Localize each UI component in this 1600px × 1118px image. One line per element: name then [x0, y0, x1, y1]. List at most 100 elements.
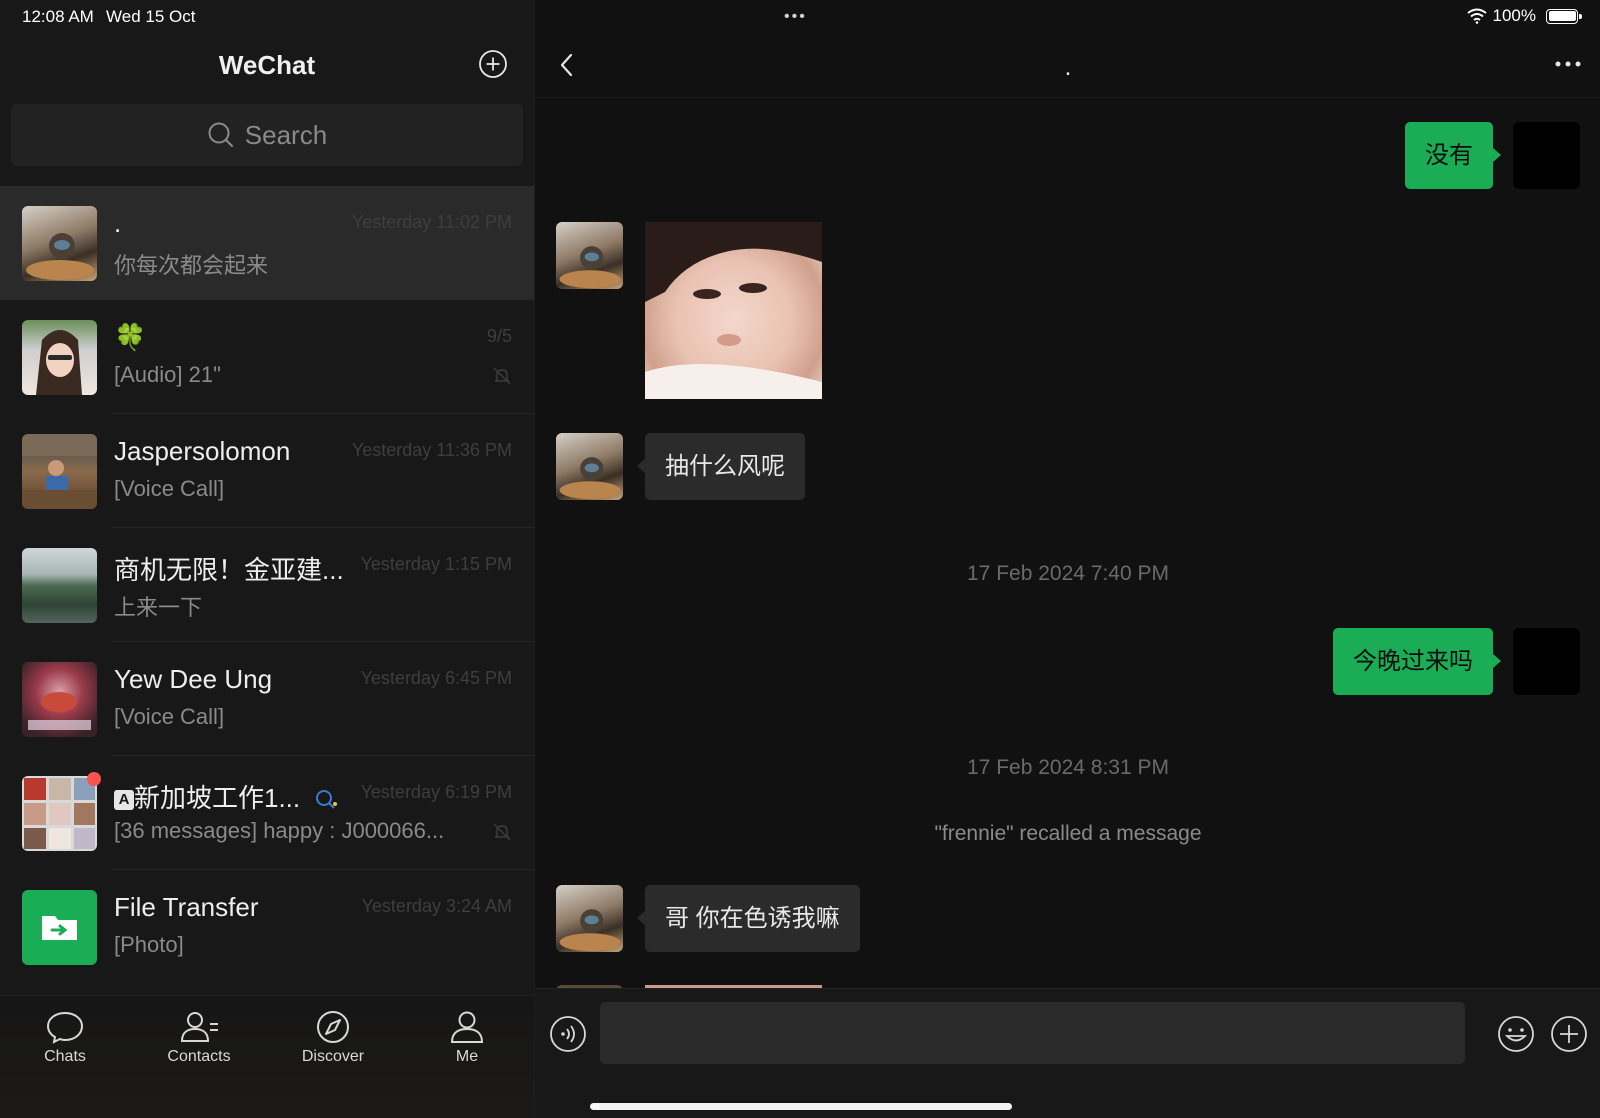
avatar [22, 662, 97, 737]
search-input[interactable]: Search [11, 104, 523, 166]
timestamp: 17 Feb 2024 7:40 PM [967, 562, 1169, 585]
chat-preview: [Voice Call] [114, 704, 225, 729]
group-avatar [22, 776, 97, 851]
tab-label: Chats [44, 1048, 86, 1065]
tab-discover[interactable]: Discover [273, 1010, 393, 1066]
chat-list-pane: WeChat Search . 你每次都会起来 Yesterday 11:02 … [0, 0, 534, 1118]
chat-item[interactable]: Yew Dee Ung [Voice Call] Yesterday 6:45 … [0, 642, 534, 756]
chat-item[interactable]: . 你每次都会起来 Yesterday 11:02 PM [0, 186, 534, 300]
chat-name: . [114, 208, 122, 238]
chat-preview: 你每次都会起来 [114, 253, 269, 278]
status-bar: 12:08 AM Wed 15 Oct ••• 100% [0, 0, 1600, 32]
message-list: 没有 抽什么风呢 17 Feb 2024 7:40 PM 今晚过来吗 17 Fe… [535, 98, 1600, 988]
group-prefix-icon: A [114, 790, 134, 810]
unread-badge [87, 772, 101, 786]
tab-contacts[interactable]: Contacts [139, 1010, 259, 1066]
voice-icon [550, 1016, 586, 1052]
tab-label: Me [455, 1048, 479, 1065]
chat-item[interactable]: A 新加坡工作1... [36 messages] happy : J000066… [0, 756, 534, 870]
status-time: 12:08 AM [22, 7, 94, 26]
chat-list: . 你每次都会起来 Yesterday 11:02 PM 🍀 [Audio] 2… [0, 186, 534, 984]
chat-name: Yew Dee Ung [114, 664, 273, 694]
file-transfer-icon [42, 916, 77, 940]
chat-time: Yesterday 1:15 PM [360, 554, 512, 574]
message-bubble-outgoing[interactable]: 今晚过来吗 [1333, 628, 1501, 695]
chat-time: Yesterday 3:24 AM [361, 896, 512, 916]
chat-bubble-icon [46, 1011, 84, 1044]
chat-name: 🍀 [114, 322, 147, 352]
wifi-icon [1466, 8, 1487, 24]
chat-time: Yesterday 11:36 PM [351, 440, 512, 460]
more-options-button[interactable] [1553, 54, 1583, 79]
my-avatar [1513, 628, 1580, 695]
avatar [22, 434, 97, 509]
add-button[interactable] [478, 49, 508, 79]
chat-preview: 上来一下 [114, 595, 203, 620]
avatar-image [22, 434, 97, 509]
chat-list-header: WeChat [0, 32, 534, 100]
status-right: 100% [1466, 6, 1582, 26]
message-input-bar [535, 988, 1600, 1118]
message-bubble-outgoing[interactable]: 没有 [1405, 122, 1501, 189]
bottom-tab-bar: Chats Contacts Discover Me [0, 995, 534, 1118]
chat-name: Jaspersolomon [114, 436, 291, 466]
chat-item[interactable]: 🍀 [Audio] 21" 9/5 [0, 300, 534, 414]
chat-name-text: 新加坡工作1... [134, 783, 301, 813]
chat-time: Yesterday 6:19 PM [360, 782, 512, 802]
avatar [22, 206, 97, 281]
chat-name: 商机无限！金亚建... [114, 555, 344, 585]
status-date: Wed 15 Oct [106, 7, 196, 26]
app-title: WeChat [218, 50, 316, 80]
compass-icon [317, 1011, 349, 1043]
chat-time: Yesterday 11:02 PM [351, 212, 512, 232]
search-icon [208, 122, 233, 147]
avatar-image [26, 233, 94, 280]
avatar-image [28, 692, 91, 730]
chat-item[interactable]: 商机无限！金亚建... 上来一下 Yesterday 1:15 PM [0, 528, 534, 642]
chat-preview: [Audio] 21" [114, 362, 221, 387]
conversation-header: . [535, 32, 1600, 98]
recall-notice: "frennie" recalled a message [934, 822, 1202, 845]
conversation-title: . [1064, 54, 1072, 81]
avatar [22, 890, 97, 965]
chat-preview: [Voice Call] [114, 476, 225, 501]
image-message[interactable] [645, 222, 822, 399]
emoji-icon [1498, 1016, 1534, 1052]
my-avatar [1513, 122, 1580, 189]
tab-chats[interactable]: Chats [5, 1010, 125, 1066]
contacts-icon [180, 1012, 218, 1042]
plus-circle-icon [479, 50, 507, 78]
app-root: WeChat Search . 你每次都会起来 Yesterday 11:02 … [0, 0, 1600, 1118]
more-actions-button[interactable] [1550, 1015, 1588, 1058]
message-bubble-incoming[interactable]: 哥 你在色诱我嘛 [637, 885, 860, 952]
conversation-pane: . 没有 抽什么风呢 17 Feb 2024 7:40 PM 今晚过来吗 17 … [534, 0, 1600, 1118]
battery-icon [1546, 8, 1582, 24]
multitasking-dots[interactable]: ••• [784, 8, 807, 26]
avatar [22, 320, 97, 395]
contact-avatar [556, 222, 623, 289]
chat-item[interactable]: Jaspersolomon [Voice Call] Yesterday 11:… [0, 414, 534, 528]
chat-preview: [36 messages] happy : J000066... [114, 818, 445, 843]
plus-circle-icon [1551, 1016, 1587, 1052]
chat-preview: [Photo] [114, 932, 184, 957]
timestamp: 17 Feb 2024 8:31 PM [967, 756, 1169, 779]
contact-avatar [556, 433, 623, 500]
mute-bell-icon [492, 822, 512, 847]
person-icon [450, 1011, 484, 1043]
mute-bell-icon [492, 366, 512, 391]
message-bubble-incoming[interactable]: 抽什么风呢 [637, 433, 805, 500]
avatar [22, 548, 97, 623]
avatar-image [36, 330, 82, 395]
battery-percent: 100% [1492, 6, 1536, 25]
tab-me[interactable]: Me [407, 1010, 527, 1066]
chat-item[interactable]: File Transfer [Photo] Yesterday 3:24 AM [0, 870, 534, 984]
emoji-button[interactable] [1497, 1015, 1535, 1058]
tab-label: Discover [301, 1048, 365, 1065]
chat-time: Yesterday 6:45 PM [360, 668, 512, 688]
message-text-input[interactable] [600, 1002, 1465, 1064]
home-indicator [590, 1103, 1012, 1110]
tab-label: Contacts [167, 1048, 231, 1065]
voice-input-button[interactable] [549, 1015, 587, 1058]
avatar-image [24, 778, 95, 849]
more-dots-icon [1555, 61, 1581, 67]
